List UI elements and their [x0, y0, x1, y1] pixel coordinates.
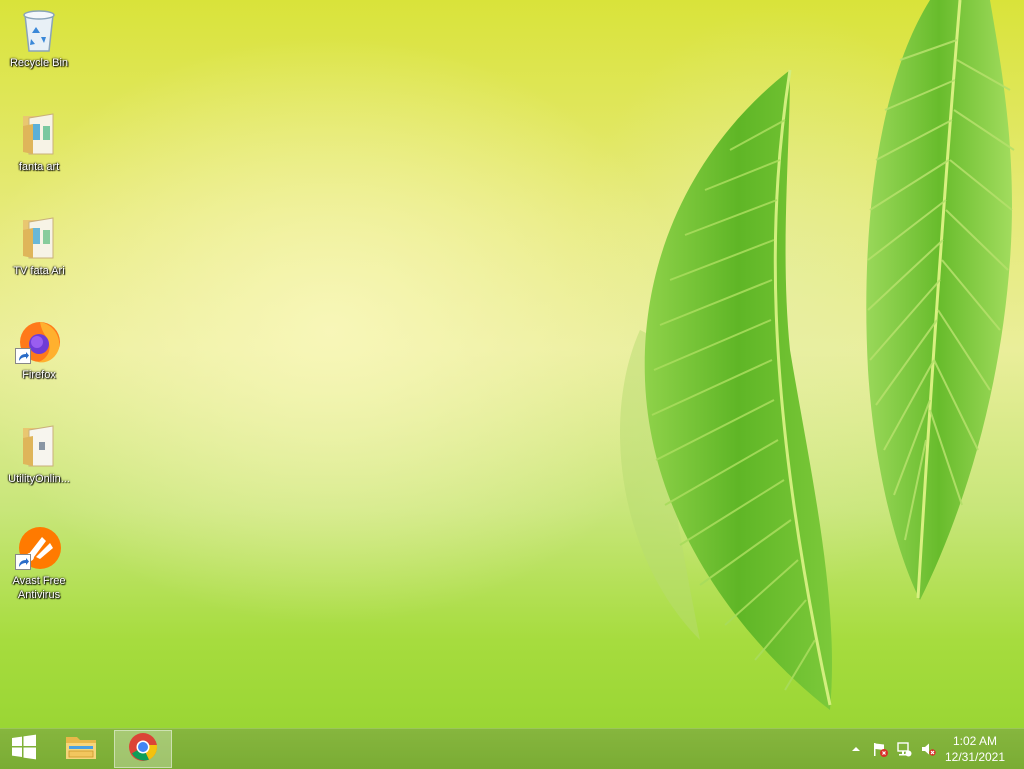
folder-icon	[15, 214, 63, 262]
desktop-icon-label: Avast Free Antivirus	[12, 575, 66, 601]
shortcut-arrow-icon	[15, 554, 31, 570]
speaker-muted-icon[interactable]	[920, 741, 936, 757]
desktop-icon-label: TV fata Ari	[13, 265, 65, 277]
action-center-flag-icon[interactable]	[872, 741, 888, 757]
avast-icon	[15, 524, 63, 572]
desktop-icon-avast[interactable]: Avast Free Antivirus	[2, 524, 76, 602]
system-tray: 1:02 AM 12/31/2021	[784, 729, 1024, 769]
shortcut-arrow-icon	[15, 348, 31, 364]
chrome-icon	[127, 731, 159, 767]
folder-icon	[15, 110, 63, 158]
desktop-icon-label: Firefox	[22, 369, 56, 381]
firefox-icon	[15, 318, 63, 366]
wallpaper-leaves	[620, 0, 1015, 710]
recycle-bin-icon	[15, 6, 63, 54]
desktop-icon-label: Recycle Bin	[9, 57, 69, 69]
clock-time: 1:02 AM	[952, 734, 998, 748]
desktop-icon-label: UtilityOnlin...	[8, 473, 70, 485]
chrome-taskbar-button[interactable]	[114, 730, 172, 768]
file-explorer-icon	[64, 732, 98, 766]
chevron-up-icon[interactable]	[848, 741, 864, 757]
desktop-icon-label: fanta art	[18, 161, 60, 173]
desktop-icon-recycle-bin[interactable]: Recycle Bin	[2, 6, 76, 70]
desktop-icon-fanta-art[interactable]: fanta art	[2, 110, 76, 174]
desktop-icon-tv-fata-ari[interactable]: TV fata Ari	[2, 214, 76, 278]
start-button[interactable]	[0, 730, 48, 768]
clock-date: 12/31/2021	[944, 750, 1006, 764]
desktop-icon-firefox[interactable]: Firefox	[2, 318, 76, 382]
taskbar-clock[interactable]: 1:02 AM 12/31/2021	[940, 733, 1010, 765]
file-explorer-button[interactable]	[56, 730, 106, 768]
windows-logo-icon	[10, 733, 38, 765]
folder-icon	[15, 422, 63, 470]
taskbar[interactable]: 1:02 AM 12/31/2021	[0, 728, 1024, 769]
desktop[interactable]: Recycle Bin fanta art TV fata Ari Firefo…	[0, 0, 1024, 728]
network-icon[interactable]	[896, 741, 912, 757]
desktop-icon-utilityonline[interactable]: UtilityOnlin...	[2, 422, 76, 486]
